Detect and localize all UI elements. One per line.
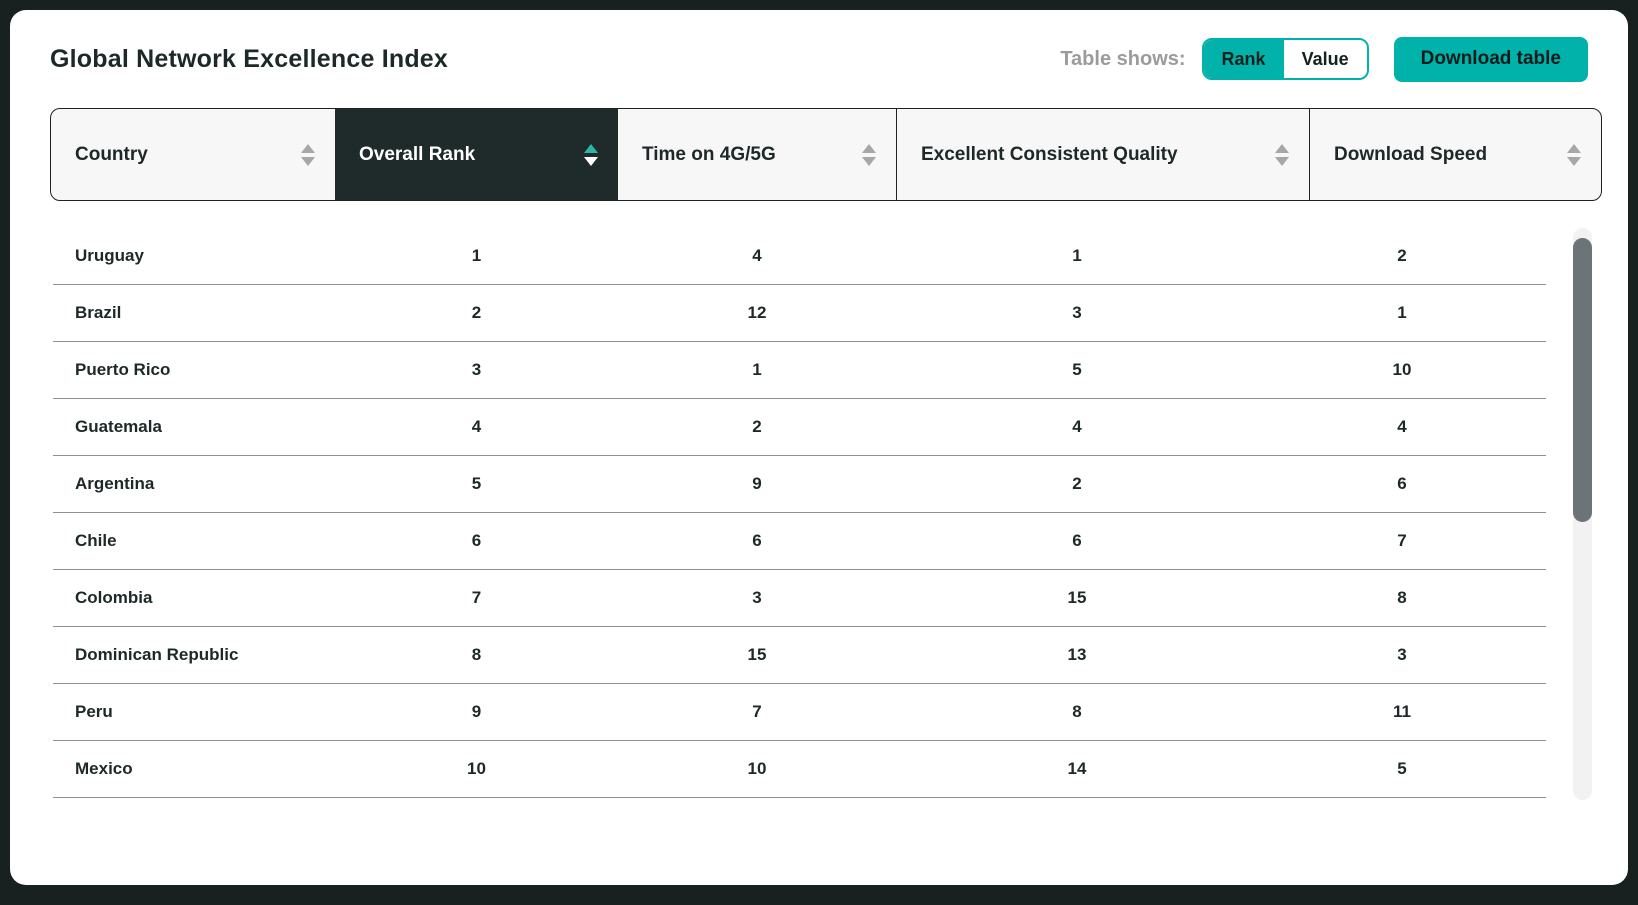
time-on-4g5g-cell: 2 — [752, 417, 762, 436]
country-cell: Argentina — [75, 474, 155, 493]
table-row: Guatemala 4 2 4 4 — [53, 399, 1546, 456]
time-on-4g5g-cell: 9 — [752, 474, 762, 493]
excellent-consistent-quality-cell: 8 — [1072, 702, 1082, 721]
overall-rank-cell: 1 — [471, 246, 482, 265]
overall-rank-cell: 3 — [471, 360, 482, 379]
toggle-value-button[interactable]: Value — [1283, 40, 1367, 78]
table-header-row: Country Overall Rank Time on 4G/5G Excel… — [50, 108, 1602, 201]
sort-arrows-icon — [862, 143, 876, 166]
time-on-4g5g-cell: 1 — [752, 360, 762, 379]
excellent-consistent-quality-cell: 13 — [1067, 645, 1087, 664]
excellent-consistent-quality-cell: 2 — [1072, 474, 1082, 493]
download-speed-cell: 6 — [1397, 474, 1407, 493]
download-speed-cell: 1 — [1397, 303, 1407, 322]
rank-value-toggle: Rank Value — [1201, 38, 1369, 80]
table-shows-label: Table shows: — [1060, 47, 1186, 70]
table-row: Dominican Republic 8 15 13 3 — [53, 627, 1546, 684]
table-row: Peru 9 7 8 11 — [53, 684, 1546, 741]
column-header-label: Country — [75, 143, 148, 165]
table-row: Mexico 10 10 14 5 — [53, 741, 1546, 798]
overall-rank-cell: 5 — [471, 474, 482, 493]
table-row: Argentina 5 9 2 6 — [53, 456, 1546, 513]
download-speed-cell: 3 — [1397, 645, 1407, 664]
country-cell: Chile — [75, 531, 117, 550]
table-row: Colombia 7 3 15 8 — [53, 570, 1546, 627]
table-card: Global Network Excellence Index Table sh… — [10, 10, 1628, 885]
download-speed-cell: 2 — [1397, 246, 1407, 265]
toggle-rank-button[interactable]: Rank — [1203, 40, 1284, 78]
overall-rank-cell: 9 — [471, 702, 482, 721]
download-speed-cell: 5 — [1397, 759, 1407, 778]
download-table-button[interactable]: Download table — [1393, 36, 1588, 82]
column-header-label: Download Speed — [1334, 143, 1488, 165]
time-on-4g5g-cell: 12 — [747, 303, 767, 322]
country-cell: Puerto Rico — [75, 360, 171, 379]
overall-rank-cell: 10 — [467, 759, 486, 778]
download-speed-cell: 4 — [1397, 417, 1407, 436]
table-row: Brazil 2 12 3 1 — [53, 285, 1546, 342]
time-on-4g5g-cell: 3 — [752, 588, 762, 607]
table-row: Chile 6 6 6 7 — [53, 513, 1546, 570]
country-cell: Peru — [75, 702, 113, 721]
scrollbar-track[interactable] — [1573, 228, 1592, 800]
card-header: Global Network Excellence Index Table sh… — [50, 10, 1588, 108]
sort-arrows-icon — [301, 143, 315, 166]
time-on-4g5g-cell: 10 — [747, 759, 767, 778]
overall-rank-cell: 7 — [471, 588, 482, 607]
overall-rank-cell: 6 — [471, 531, 482, 550]
excellent-consistent-quality-cell: 4 — [1072, 417, 1082, 436]
sort-arrows-icon — [1567, 143, 1581, 166]
excellent-consistent-quality-cell: 5 — [1072, 360, 1082, 379]
column-header-excellent-consistent-quality[interactable]: Excellent Consistent Quality — [896, 109, 1309, 200]
excellent-consistent-quality-cell: 6 — [1072, 531, 1082, 550]
page-title: Global Network Excellence Index — [50, 44, 449, 73]
sort-arrows-icon — [1275, 143, 1289, 166]
scrollbar-thumb[interactable] — [1573, 238, 1592, 522]
column-header-time-on-4g5g[interactable]: Time on 4G/5G — [618, 109, 896, 200]
excellent-consistent-quality-cell: 15 — [1067, 588, 1087, 607]
overall-rank-cell: 4 — [471, 417, 482, 436]
column-header-country[interactable]: Country — [51, 109, 335, 200]
time-on-4g5g-cell: 6 — [752, 531, 762, 550]
country-cell: Uruguay — [75, 246, 144, 265]
excellent-consistent-quality-cell: 14 — [1067, 759, 1087, 778]
overall-rank-cell: 2 — [471, 303, 482, 322]
country-cell: Mexico — [75, 759, 133, 778]
column-header-label: Overall Rank — [359, 143, 476, 165]
country-cell: Dominican Republic — [75, 645, 239, 664]
time-on-4g5g-cell: 7 — [752, 702, 762, 721]
column-header-label: Time on 4G/5G — [642, 143, 776, 165]
country-cell: Guatemala — [75, 417, 162, 436]
table-row: Puerto Rico 3 1 5 10 — [53, 342, 1546, 399]
country-cell: Brazil — [75, 303, 122, 322]
download-speed-cell: 8 — [1397, 588, 1407, 607]
time-on-4g5g-cell: 4 — [752, 246, 762, 265]
download-speed-cell: 7 — [1397, 531, 1407, 550]
table-controls: Table shows: Rank Value Download table — [1060, 36, 1588, 82]
excellent-consistent-quality-cell: 3 — [1072, 303, 1082, 322]
time-on-4g5g-cell: 15 — [747, 645, 767, 664]
table-row: Uruguay 1 4 1 2 — [53, 228, 1546, 285]
table-body: Uruguay 1 4 1 2 Brazil 2 12 3 1 Puerto R… — [53, 228, 1546, 798]
column-header-label: Excellent Consistent Quality — [921, 143, 1178, 165]
excellent-consistent-quality-cell: 1 — [1072, 246, 1082, 265]
download-speed-cell: 11 — [1393, 702, 1411, 721]
sort-arrows-active-icon — [584, 143, 598, 166]
overall-rank-cell: 8 — [471, 645, 482, 664]
column-header-overall-rank[interactable]: Overall Rank — [335, 109, 618, 200]
download-speed-cell: 10 — [1392, 360, 1412, 379]
country-cell: Colombia — [75, 588, 153, 607]
column-header-download-speed[interactable]: Download Speed — [1309, 109, 1601, 200]
